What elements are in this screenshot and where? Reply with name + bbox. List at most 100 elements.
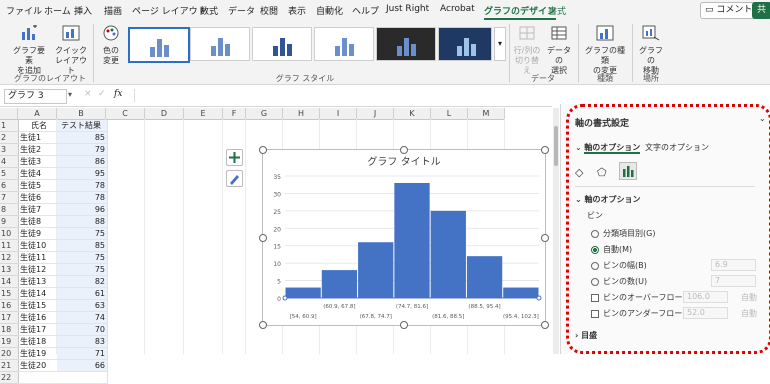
row-header[interactable]: 20 — [0, 348, 19, 360]
row-header[interactable]: 22 — [0, 372, 19, 384]
chart-style-4[interactable] — [314, 27, 374, 61]
select-data-button[interactable]: データの 選択 — [544, 25, 574, 76]
radio-bin-width[interactable]: ビンの幅(B) — [591, 260, 647, 271]
cell-name[interactable]: 生徒7 — [18, 204, 59, 216]
cell-score[interactable]: 86 — [57, 156, 108, 168]
column-header-e[interactable]: E — [184, 108, 223, 120]
style-gallery-expand-icon[interactable]: ▾ — [494, 27, 506, 61]
cell-score[interactable]: 78 — [57, 192, 108, 204]
column-header-k[interactable]: K — [394, 108, 431, 120]
tick-marks-section[interactable]: › 目盛 — [575, 330, 597, 341]
radio-automatic[interactable]: 自動(M) — [591, 244, 632, 255]
row-header[interactable]: 6 — [0, 180, 19, 192]
formula-input[interactable] — [134, 89, 547, 102]
cell-score[interactable]: 71 — [57, 348, 108, 360]
row-header[interactable]: 8 — [0, 204, 19, 216]
cell-score[interactable]: 70 — [57, 324, 108, 336]
cell-name[interactable]: 生徒15 — [18, 300, 59, 312]
chart-elements-plus-icon[interactable] — [226, 149, 243, 166]
column-header-c[interactable]: C — [106, 108, 145, 120]
name-box[interactable]: グラフ 3 — [4, 89, 67, 104]
cell-score[interactable]: 75 — [57, 264, 108, 276]
axis-options-tab[interactable]: ⌄ 軸のオプション — [575, 142, 641, 154]
change-colors-button[interactable]: 色の 変更 — [96, 25, 126, 66]
cell-score[interactable]: 83 — [57, 336, 108, 348]
column-header-j[interactable]: J — [357, 108, 394, 120]
resize-handle[interactable] — [259, 321, 267, 329]
axis-options-section[interactable]: ⌄ 軸のオプション — [575, 194, 641, 205]
resize-handle[interactable] — [400, 146, 408, 154]
bin-width-input[interactable]: 6.9 — [711, 259, 756, 271]
cell-name[interactable]: 生徒4 — [18, 168, 59, 180]
tab-chart-design[interactable]: グラフのデザイン — [484, 4, 557, 20]
row-header[interactable]: 3 — [0, 144, 19, 156]
cell-score[interactable] — [57, 372, 108, 384]
resize-handle[interactable] — [259, 146, 267, 154]
cell-name[interactable]: 生徒20 — [18, 360, 59, 372]
name-box-dropdown-icon[interactable]: ▾ — [68, 90, 72, 99]
row-header[interactable]: 15 — [0, 288, 19, 300]
resize-handle[interactable] — [400, 321, 408, 329]
row-header[interactable]: 16 — [0, 300, 19, 312]
comment-button[interactable]: ▭ コメント — [700, 2, 758, 19]
tab-data[interactable]: データ — [228, 4, 255, 17]
tab-file[interactable]: ファイル — [6, 4, 42, 17]
chart-style-1[interactable] — [128, 27, 190, 63]
radio-by-category[interactable]: 分類項目別(G) — [591, 228, 655, 239]
cell-name[interactable]: 生徒13 — [18, 276, 59, 288]
row-header[interactable]: 4 — [0, 156, 19, 168]
column-header-f[interactable]: F — [223, 108, 246, 120]
chart-style-3[interactable] — [252, 27, 312, 61]
effects-pentagon-icon[interactable]: ⬠ — [597, 166, 607, 179]
cell-name[interactable]: 生徒10 — [18, 240, 59, 252]
overflow-bin-input[interactable]: 106.0 — [683, 291, 728, 303]
chart-styles-brush-icon[interactable] — [226, 170, 243, 187]
row-header[interactable]: 14 — [0, 276, 19, 288]
row-header[interactable]: 7 — [0, 192, 19, 204]
cell-score[interactable]: 66 — [57, 360, 108, 372]
cell-name[interactable]: 生徒2 — [18, 144, 59, 156]
column-header-h[interactable]: H — [283, 108, 320, 120]
resize-handle[interactable] — [541, 146, 549, 154]
vertical-scrollbar[interactable] — [553, 108, 559, 354]
resize-handle[interactable] — [541, 321, 549, 329]
row-header[interactable]: 2 — [0, 132, 19, 144]
enter-icon[interactable]: ✓ — [98, 89, 106, 99]
cell-name[interactable]: 生徒14 — [18, 288, 59, 300]
row-header[interactable]: 10 — [0, 228, 19, 240]
cell-name[interactable]: 生徒8 — [18, 216, 59, 228]
cell-header-name[interactable]: 氏名 — [18, 120, 59, 132]
chart-style-2[interactable] — [190, 27, 250, 61]
tab-view[interactable]: 表示 — [288, 4, 306, 17]
cell-name[interactable]: 生徒9 — [18, 228, 59, 240]
tab-review[interactable]: 校閲 — [260, 4, 278, 17]
chart-style-5[interactable] — [376, 27, 436, 61]
column-header-l[interactable]: L — [431, 108, 468, 120]
cell-name[interactable]: 生徒6 — [18, 192, 59, 204]
cell-score[interactable]: 82 — [57, 276, 108, 288]
resize-handle[interactable] — [259, 234, 267, 242]
cell-score[interactable]: 85 — [57, 132, 108, 144]
row-header[interactable]: 11 — [0, 240, 19, 252]
fill-line-icon[interactable]: ◇ — [575, 166, 583, 179]
cell-name[interactable]: 生徒12 — [18, 264, 59, 276]
change-chart-type-button[interactable]: グラフの種類 の変更 — [582, 25, 628, 76]
histogram-chart[interactable]: 0 5 10 15 20 25 30 35 グラフ タイトル [54, 60.9] (60.9, 6… — [259, 146, 549, 329]
row-header[interactable]: 12 — [0, 252, 19, 264]
cell-score[interactable]: 75 — [57, 252, 108, 264]
row-header[interactable]: 21 — [0, 360, 19, 372]
quick-layout-button[interactable]: クイック レイアウト — [52, 25, 90, 76]
axis-options-bar-icon[interactable] — [619, 162, 637, 180]
row-header[interactable]: 17 — [0, 312, 19, 324]
radio-bin-count[interactable]: ビンの数(U) — [591, 276, 647, 287]
underflow-bin-checkbox[interactable]: ビンのアンダーフロー(U) — [591, 308, 694, 319]
tab-acrobat[interactable]: Acrobat — [440, 4, 475, 14]
row-header[interactable]: 18 — [0, 324, 19, 336]
row-header[interactable]: 5 — [0, 168, 19, 180]
cell-score[interactable]: 61 — [57, 288, 108, 300]
text-options-tab[interactable]: 文字のオプション — [645, 142, 709, 153]
cell-score[interactable]: 79 — [57, 144, 108, 156]
row-header[interactable]: 19 — [0, 336, 19, 348]
tab-just-right[interactable]: Just Right — [386, 4, 429, 14]
cell-name[interactable]: 生徒19 — [18, 348, 59, 360]
